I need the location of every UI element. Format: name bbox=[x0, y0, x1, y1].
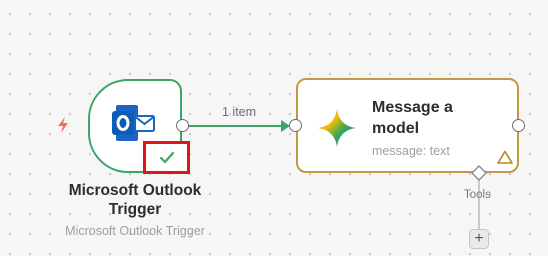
model-input-handle[interactable] bbox=[289, 119, 302, 132]
checkmark-icon bbox=[159, 151, 174, 163]
outlook-icon bbox=[112, 105, 155, 141]
connection-item-count: 1 item bbox=[222, 105, 257, 119]
message-a-model-node[interactable]: Message a model message: text bbox=[296, 78, 519, 173]
gemini-sparkle-icon bbox=[318, 109, 356, 147]
model-node-subtitle: message: text bbox=[372, 144, 450, 158]
model-output-handle[interactable] bbox=[512, 119, 525, 132]
execution-success-indicator bbox=[143, 141, 190, 174]
tools-connector-handle[interactable] bbox=[471, 165, 487, 181]
add-tool-button[interactable]: + bbox=[469, 229, 489, 249]
trigger-output-handle[interactable] bbox=[176, 119, 189, 132]
model-node-title: Message a model bbox=[372, 99, 453, 137]
trigger-node-subtitle: Microsoft Outlook Trigger bbox=[65, 224, 205, 238]
trigger-node-title: Microsoft Outlook Trigger bbox=[68, 182, 202, 218]
lightning-bolt-icon bbox=[58, 117, 68, 133]
tools-label: Tools bbox=[464, 189, 491, 201]
warning-triangle-icon[interactable] bbox=[497, 150, 513, 164]
